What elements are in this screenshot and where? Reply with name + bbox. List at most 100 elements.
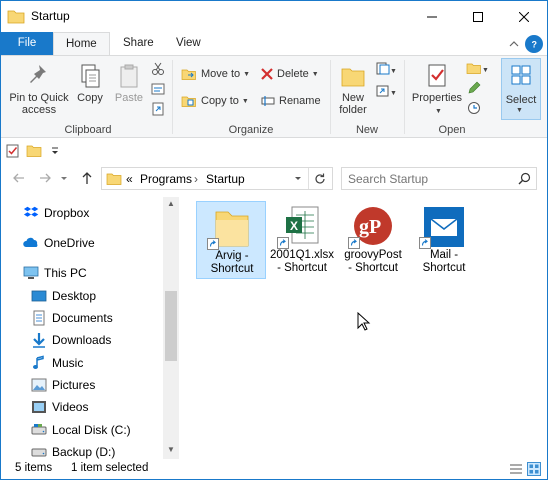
new-folder-button[interactable]: New folder bbox=[334, 62, 372, 116]
file-name: groovyPost bbox=[344, 249, 402, 261]
shortcut-arrow-icon bbox=[348, 237, 360, 249]
scrollbar-thumb[interactable] bbox=[165, 291, 177, 361]
paste-button[interactable]: Paste bbox=[111, 62, 147, 104]
file-name: - Shortcut bbox=[277, 262, 327, 274]
file-item[interactable]: Arvig - Shortcut bbox=[196, 201, 266, 279]
window-title: Startup bbox=[31, 9, 70, 23]
scroll-up-icon[interactable]: ▲ bbox=[166, 199, 176, 209]
recent-locations-icon[interactable] bbox=[59, 170, 69, 186]
properties-button[interactable]: Properties ▼ bbox=[409, 62, 465, 118]
nav-item-local-disk[interactable]: Local Disk (C:) bbox=[31, 419, 179, 441]
tab-file[interactable]: File bbox=[1, 32, 53, 55]
address-history-icon[interactable] bbox=[294, 175, 302, 183]
nav-item-downloads[interactable]: Downloads bbox=[31, 329, 179, 351]
title-bar[interactable]: Startup bbox=[1, 1, 547, 32]
new-item-icon[interactable]: ▼ bbox=[376, 62, 396, 76]
nav-item-pictures[interactable]: Pictures bbox=[31, 374, 179, 396]
move-to-button[interactable]: Move to ▼ bbox=[181, 64, 250, 84]
close-button[interactable] bbox=[501, 1, 547, 32]
file-item[interactable]: gP groovyPost - Shortcut bbox=[338, 201, 408, 279]
maximize-button[interactable] bbox=[455, 1, 501, 32]
organize-group-label: Organize bbox=[228, 124, 274, 136]
search-icon[interactable] bbox=[518, 172, 531, 185]
help-icon: ? bbox=[532, 40, 538, 50]
address-bar[interactable]: « Programs › Startup bbox=[101, 167, 333, 190]
shortcut-arrow-icon bbox=[207, 238, 219, 250]
large-icons-view-icon[interactable] bbox=[527, 462, 541, 476]
nav-item-label: Downloads bbox=[52, 333, 112, 347]
copy-path-icon[interactable] bbox=[151, 82, 165, 96]
nav-item-onedrive[interactable]: OneDrive bbox=[23, 232, 179, 254]
shortcut-arrow-icon bbox=[277, 237, 289, 249]
paste-shortcut-icon[interactable] bbox=[151, 102, 165, 116]
nav-item-backup[interactable]: Backup (D:) bbox=[31, 441, 179, 459]
nav-item-label: Desktop bbox=[52, 289, 97, 303]
nav-item-desktop[interactable]: Desktop bbox=[31, 285, 179, 307]
forward-arrow-icon[interactable] bbox=[37, 170, 53, 186]
breadcrumb-overflow[interactable]: « bbox=[126, 172, 133, 186]
nav-item-label: This PC bbox=[44, 266, 87, 280]
customize-toolbar-icon[interactable] bbox=[50, 146, 60, 156]
file-list: Arvig - Shortcut X 2001Q1.xlsx - Shortcut … bbox=[181, 197, 547, 459]
close-icon bbox=[519, 11, 529, 22]
help-button[interactable]: ? bbox=[525, 35, 543, 53]
select-grid-icon bbox=[511, 65, 531, 85]
breadcrumb-item[interactable]: Startup bbox=[206, 172, 245, 186]
nav-item-this-pc[interactable]: This PC bbox=[23, 262, 179, 284]
paste-label: Paste bbox=[114, 92, 144, 104]
file-item[interactable]: X 2001Q1.xlsx - Shortcut bbox=[267, 201, 337, 279]
copy-to-button[interactable]: Copy to ▼ bbox=[181, 91, 249, 111]
ribbon-tabs: File Home Share View bbox=[1, 32, 547, 56]
maximize-icon bbox=[473, 11, 483, 22]
tab-home[interactable]: Home bbox=[53, 32, 110, 56]
up-arrow-icon[interactable] bbox=[79, 170, 95, 186]
rename-button[interactable]: Rename bbox=[261, 91, 321, 111]
new-folder-line1: New bbox=[341, 92, 364, 104]
chevron-down-icon: ▼ bbox=[241, 97, 249, 105]
file-item[interactable]: Mail - Shortcut bbox=[409, 201, 479, 279]
folder-icon[interactable] bbox=[26, 143, 42, 158]
details-view-icon[interactable] bbox=[509, 463, 523, 475]
properties-checkmark-icon[interactable] bbox=[6, 144, 20, 158]
collapse-ribbon-icon[interactable] bbox=[507, 37, 521, 51]
nav-item-music[interactable]: Music bbox=[31, 352, 179, 374]
nav-item-label: Videos bbox=[52, 400, 89, 414]
drive-icon bbox=[31, 424, 47, 435]
copy-button[interactable]: Copy bbox=[73, 62, 107, 104]
refresh-icon[interactable] bbox=[313, 172, 327, 186]
easy-access-icon[interactable]: ▼ bbox=[376, 84, 396, 98]
back-arrow-icon[interactable] bbox=[11, 170, 27, 186]
nav-item-documents[interactable]: Documents bbox=[31, 307, 179, 329]
file-name: Shortcut bbox=[210, 263, 254, 275]
cut-icon[interactable] bbox=[151, 62, 165, 76]
edit-icon[interactable] bbox=[466, 81, 482, 95]
navigation-bar: « Programs › Startup bbox=[1, 164, 547, 194]
svg-text:▼: ▼ bbox=[390, 68, 396, 75]
pin-to-quick-access-button[interactable]: Pin to Quick access bbox=[5, 62, 73, 116]
tab-share[interactable]: Share bbox=[111, 32, 166, 55]
nav-item-label: Pictures bbox=[52, 378, 96, 392]
ribbon: Pin to Quick access Copy Paste Clipboard… bbox=[1, 55, 547, 138]
nav-item-videos[interactable]: Videos bbox=[31, 396, 179, 418]
item-count: 5 items bbox=[15, 462, 53, 474]
history-icon[interactable] bbox=[466, 101, 482, 115]
nav-item-label: Dropbox bbox=[44, 206, 90, 220]
delete-button[interactable]: Delete ▼ bbox=[261, 64, 319, 84]
search-input[interactable] bbox=[348, 171, 508, 186]
group-separator bbox=[172, 60, 173, 134]
file-name: Shortcut bbox=[422, 262, 466, 274]
breadcrumb-item[interactable]: Programs bbox=[140, 172, 192, 186]
tab-view[interactable]: View bbox=[164, 32, 213, 55]
svg-text:?: ? bbox=[532, 40, 538, 50]
select-button[interactable]: Select ▼ bbox=[501, 58, 541, 120]
desktop-icon bbox=[31, 290, 47, 302]
scroll-down-icon[interactable]: ▼ bbox=[166, 445, 176, 455]
clipboard-group-label: Clipboard bbox=[64, 124, 112, 136]
file-name: - Shortcut bbox=[348, 262, 398, 274]
new-folder-line2: folder bbox=[339, 104, 367, 116]
nav-pane-scrollbar[interactable]: ▲ ▼ bbox=[163, 197, 179, 459]
open-icon[interactable]: ▼ bbox=[466, 61, 488, 75]
search-box[interactable] bbox=[341, 167, 537, 190]
nav-item-dropbox[interactable]: Dropbox bbox=[23, 202, 179, 224]
minimize-button[interactable] bbox=[409, 1, 455, 32]
